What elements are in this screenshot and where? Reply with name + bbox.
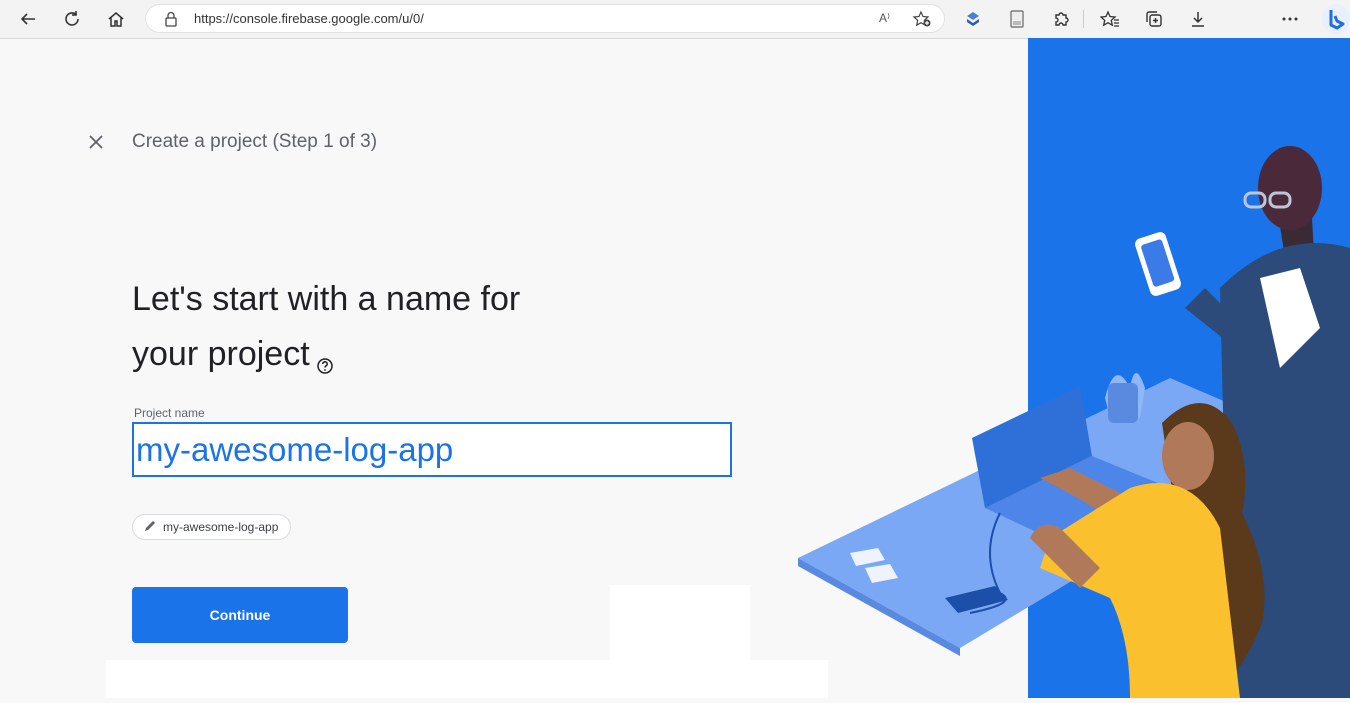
project-id-chip[interactable]: my-awesome-log-app xyxy=(132,514,292,540)
step-title: Create a project (Step 1 of 3) xyxy=(132,131,378,152)
white-overlay-block xyxy=(610,585,750,665)
collections-icon[interactable] xyxy=(1141,6,1167,32)
home-icon[interactable] xyxy=(103,6,129,32)
project-name-input[interactable] xyxy=(134,424,730,475)
heading-line-1: Let's start with a name for xyxy=(132,280,521,318)
download-icon[interactable] xyxy=(1185,6,1211,32)
toolbar-divider xyxy=(1083,10,1084,28)
close-icon[interactable] xyxy=(86,132,106,152)
heading-line-2: your project xyxy=(132,335,310,373)
help-icon[interactable] xyxy=(316,337,334,392)
puzzle-icon[interactable] xyxy=(1048,6,1074,32)
extension-icon[interactable] xyxy=(960,6,986,32)
project-name-field[interactable] xyxy=(132,422,732,477)
url-text[interactable]: https://console.firebase.google.com/u/0/ xyxy=(194,11,424,26)
project-name-label: Project name xyxy=(134,406,205,420)
add-favorite-icon[interactable] xyxy=(912,10,932,33)
hero-illustration xyxy=(790,38,1350,698)
lock-icon[interactable] xyxy=(164,11,178,32)
back-icon[interactable] xyxy=(15,6,41,32)
reader-icon[interactable] xyxy=(1004,6,1030,32)
favorites-icon[interactable] xyxy=(1097,6,1123,32)
more-icon[interactable] xyxy=(1277,6,1303,32)
white-overlay-strip xyxy=(106,660,828,698)
browser-toolbar: https://console.firebase.google.com/u/0/… xyxy=(0,0,1350,39)
pencil-icon xyxy=(143,519,157,536)
bing-icon[interactable] xyxy=(1322,4,1350,34)
project-id-text: my-awesome-log-app xyxy=(163,520,279,534)
refresh-icon[interactable] xyxy=(59,6,85,32)
address-bar[interactable]: https://console.firebase.google.com/u/0/… xyxy=(145,4,945,33)
continue-button[interactable]: Continue xyxy=(132,587,348,643)
page-heading: Let's start with a name for your project xyxy=(132,272,632,392)
read-aloud-icon[interactable]: A⁾ xyxy=(879,11,890,25)
